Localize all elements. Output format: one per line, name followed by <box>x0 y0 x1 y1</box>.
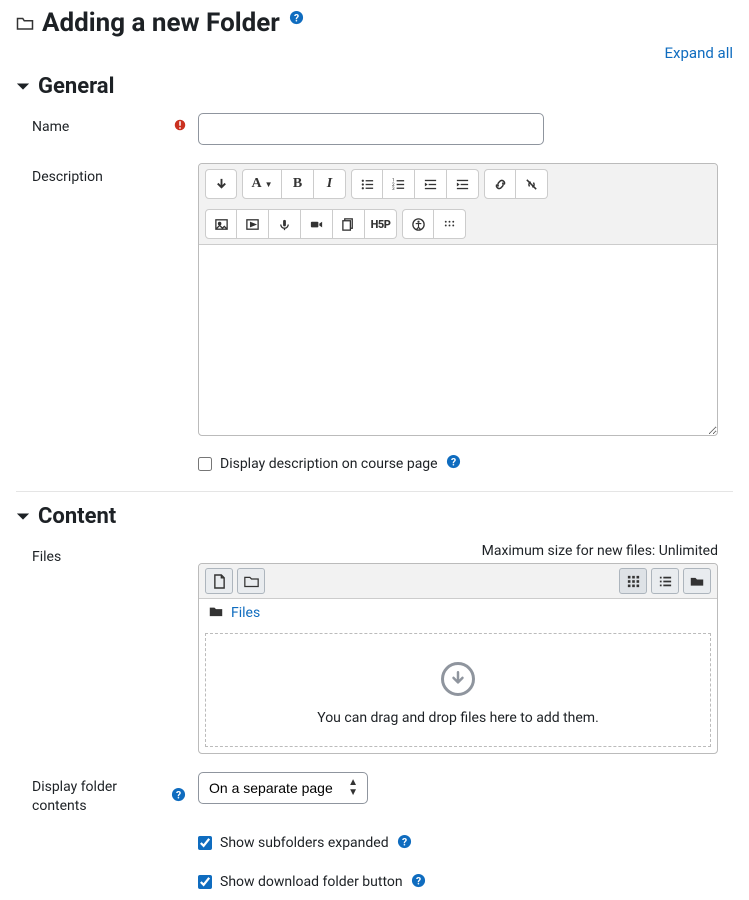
chevron-down-icon <box>16 80 30 94</box>
show-subfolders-label: Show subfolders expanded <box>220 835 389 851</box>
section-content-header[interactable]: Content <box>16 504 733 529</box>
help-icon[interactable]: ? <box>171 787 186 806</box>
section-content-title: Content <box>38 504 116 529</box>
svg-text:?: ? <box>451 455 456 468</box>
toolbar-link-button[interactable] <box>484 169 516 199</box>
toolbar-screenreader-button[interactable] <box>434 209 466 239</box>
folder-solid-icon <box>209 605 223 621</box>
help-icon[interactable]: ? <box>289 10 304 29</box>
toolbar-image-button[interactable] <box>205 209 237 239</box>
toolbar-paragraph-style-button[interactable]: A ▼ <box>242 169 282 199</box>
show-download-checkbox[interactable] <box>198 875 212 889</box>
svg-text:?: ? <box>402 835 407 848</box>
toolbar-ol-button[interactable]: 123 <box>383 169 415 199</box>
chevron-down-icon <box>16 510 30 524</box>
toolbar-unlink-button[interactable] <box>516 169 548 199</box>
display-description-checkbox[interactable] <box>198 457 212 471</box>
show-subfolders-checkbox[interactable] <box>198 836 212 850</box>
toolbar-outdent-button[interactable] <box>415 169 447 199</box>
toolbar-bold-button[interactable]: B <box>282 169 314 199</box>
view-grid-button[interactable] <box>619 568 647 594</box>
toolbar-italic-button[interactable]: I <box>314 169 346 199</box>
toolbar-expand-button[interactable] <box>205 169 237 199</box>
toolbar-media-button[interactable] <box>237 209 269 239</box>
files-label: Files <box>32 549 61 565</box>
drop-hint-text: You can drag and drop files here to add … <box>216 710 700 726</box>
required-icon <box>174 119 186 135</box>
svg-text:?: ? <box>294 11 299 24</box>
expand-all-link[interactable]: Expand all <box>665 44 733 62</box>
toolbar-ul-button[interactable] <box>351 169 383 199</box>
toolbar-audio-button[interactable] <box>269 209 301 239</box>
svg-text:?: ? <box>416 874 421 887</box>
help-icon[interactable]: ? <box>411 873 426 892</box>
toolbar-video-button[interactable] <box>301 209 333 239</box>
max-size-note: Maximum size for new files: Unlimited <box>198 543 718 559</box>
display-folder-select[interactable]: On a separate page <box>198 772 368 804</box>
description-textarea[interactable] <box>199 245 717 435</box>
help-icon[interactable]: ? <box>397 834 412 853</box>
view-tree-button[interactable] <box>683 568 711 594</box>
section-divider <box>16 491 733 492</box>
download-icon <box>441 662 475 696</box>
toolbar-manage-files-button[interactable] <box>333 209 365 239</box>
file-manager: Files You can drag and drop files here t… <box>198 563 718 754</box>
section-general-title: General <box>38 74 114 99</box>
toolbar-indent-button[interactable] <box>447 169 479 199</box>
file-drop-zone[interactable]: You can drag and drop files here to add … <box>205 633 711 747</box>
name-label: Name <box>32 119 69 135</box>
files-path-link[interactable]: Files <box>231 605 260 621</box>
show-download-label: Show download folder button <box>220 874 403 890</box>
caret-down-icon: ▼ <box>265 180 273 189</box>
toolbar-accessibility-button[interactable] <box>402 209 434 239</box>
description-label: Description <box>32 169 103 185</box>
rich-text-editor: A ▼ B I 123 <box>198 163 718 436</box>
view-list-button[interactable] <box>651 568 679 594</box>
svg-text:?: ? <box>176 789 181 802</box>
folder-icon <box>16 15 34 31</box>
name-input[interactable] <box>198 113 544 145</box>
add-file-button[interactable] <box>205 568 233 594</box>
display-folder-label: Display folder contents <box>32 778 171 816</box>
page-title: Adding a new Folder <box>42 8 280 38</box>
svg-text:3: 3 <box>392 186 395 192</box>
section-general-header[interactable]: General <box>16 74 733 99</box>
display-description-label: Display description on course page <box>220 456 438 472</box>
help-icon[interactable]: ? <box>446 454 461 473</box>
create-folder-button[interactable] <box>237 568 265 594</box>
toolbar-h5p-button[interactable]: H5P <box>365 209 397 239</box>
